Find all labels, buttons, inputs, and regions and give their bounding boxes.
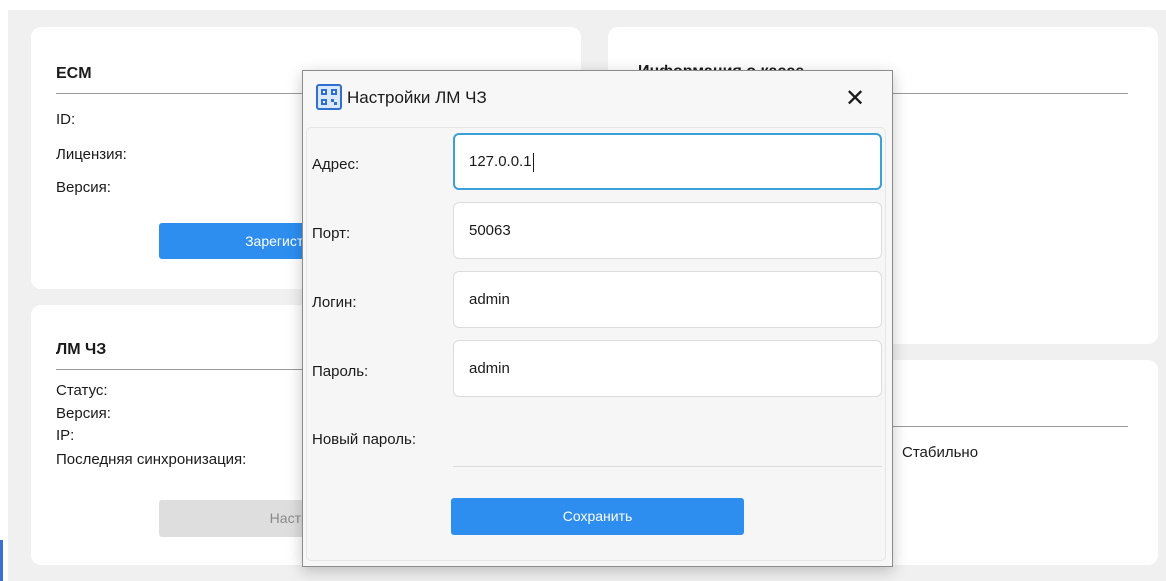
- lm-status-label: Статус:: [56, 382, 108, 399]
- login-input[interactable]: admin: [453, 271, 882, 328]
- lm-version-label: Версия:: [56, 405, 111, 422]
- lm-ip-label: IP:: [56, 427, 75, 444]
- port-input[interactable]: 50063: [453, 202, 882, 259]
- address-input[interactable]: 127.0.0.1: [453, 133, 882, 190]
- port-label: Порт:: [312, 225, 351, 242]
- close-icon[interactable]: ✕: [840, 83, 870, 113]
- status-value: Стабильно: [902, 444, 979, 461]
- dialog-body: Адрес: 127.0.0.1 Порт: 50063 Логин: admi…: [306, 127, 886, 561]
- ecm-id-label: ID:: [56, 111, 76, 128]
- lm-settings-dialog: Настройки ЛМ ЧЗ ✕ Адрес: 127.0.0.1 Порт:…: [302, 70, 893, 567]
- password-input-value: admin: [469, 360, 510, 377]
- dialog-titlebar: Настройки ЛМ ЧЗ ✕: [303, 71, 892, 125]
- ecm-card-title: ECM: [56, 65, 92, 82]
- ecm-license-label: Лицензия:: [56, 146, 127, 163]
- save-button[interactable]: Сохранить: [451, 498, 744, 535]
- taskbar-accent: [0, 540, 3, 581]
- address-label: Адрес:: [312, 156, 360, 173]
- window-left-strip: [0, 0, 8, 581]
- ecm-version-label: Версия:: [56, 179, 111, 196]
- password-input[interactable]: admin: [453, 340, 882, 397]
- save-button-label: Сохранить: [562, 508, 633, 524]
- login-label: Логин:: [312, 294, 357, 311]
- dialog-title: Настройки ЛМ ЧЗ: [347, 88, 487, 107]
- window-top-strip: [0, 0, 1166, 10]
- password-label: Пароль:: [312, 363, 369, 380]
- new-password-label: Новый пароль:: [312, 431, 417, 448]
- text-caret: [532, 152, 534, 172]
- port-input-value: 50063: [469, 222, 511, 239]
- qr-code-icon: [316, 84, 342, 110]
- address-input-value: 127.0.0.1: [469, 153, 532, 170]
- login-input-value: admin: [469, 291, 510, 308]
- new-password-input[interactable]: [453, 466, 882, 467]
- lm-last-sync-label: Последняя синхронизация:: [56, 451, 247, 468]
- lm-card-title: ЛМ ЧЗ: [56, 341, 107, 358]
